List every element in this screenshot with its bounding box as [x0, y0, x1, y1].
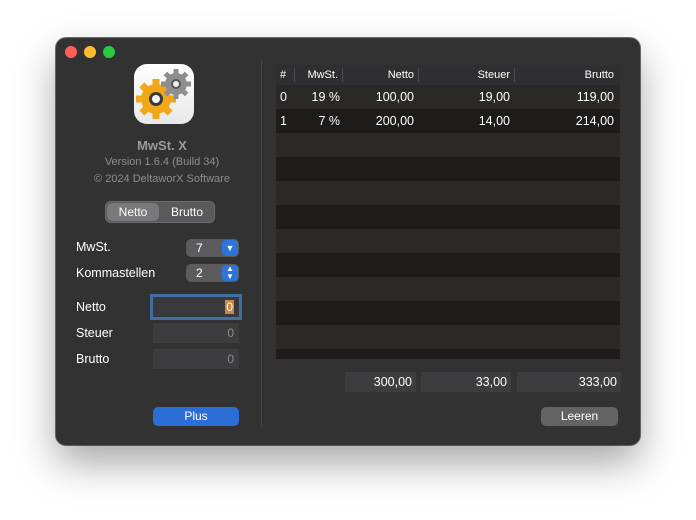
cell-steuer: 14,00 — [478, 114, 510, 128]
app-copyright: © 2024 DeltaworX Software — [94, 173, 230, 185]
table-row-empty — [276, 157, 620, 181]
kommastellen-value: 2 — [196, 266, 203, 280]
table-row-empty — [276, 133, 620, 157]
minimize-window-button[interactable] — [84, 46, 96, 58]
mode-netto-segment[interactable]: Netto — [107, 203, 159, 221]
app-version: Version 1.6.4 (Build 34) — [104, 156, 220, 168]
mode-brutto-segment[interactable]: Brutto — [161, 203, 213, 221]
steuer-input[interactable]: 0 — [153, 323, 239, 343]
zoom-window-button[interactable] — [103, 46, 115, 58]
table-row-empty — [276, 301, 620, 325]
header-mwst[interactable]: MwSt. — [296, 69, 338, 81]
table-header: # MwSt. Netto Steuer Brutto — [276, 65, 620, 85]
panel-divider — [261, 60, 262, 426]
header-brutto[interactable]: Brutto — [516, 69, 614, 81]
cell-brutto: 214,00 — [575, 114, 614, 128]
steuer-value: 0 — [227, 326, 234, 340]
netto-input[interactable]: 0 — [153, 297, 239, 317]
table-row-empty — [276, 253, 620, 277]
kommastellen-stepper[interactable]: 2 ▲ ▼ — [186, 264, 239, 282]
cell-mwst: 7 % — [318, 114, 340, 128]
cell-mwst: 19 % — [311, 90, 341, 104]
app-window: MwSt. X Version 1.6.4 (Build 34) © 2024 … — [56, 38, 640, 445]
header-netto[interactable]: Netto — [346, 69, 414, 81]
close-window-button[interactable] — [65, 46, 77, 58]
netto-label: Netto — [76, 300, 106, 314]
header-steuer[interactable]: Steuer — [420, 69, 510, 81]
total-brutto-field: 333,00 — [517, 372, 621, 392]
mwst-value: 7 — [196, 241, 203, 255]
table-row-empty — [276, 181, 620, 205]
table-row[interactable]: 1 7 % 200,00 14,00 214,00 — [276, 109, 620, 133]
column-separator — [418, 68, 419, 82]
table-row-empty — [276, 349, 620, 359]
netto-value: 0 — [225, 300, 234, 314]
app-name: MwSt. X — [137, 138, 187, 153]
table-row-empty — [276, 229, 620, 253]
cell-brutto: 119,00 — [576, 90, 614, 104]
gears-icon — [134, 64, 194, 124]
table-row-empty — [276, 205, 620, 229]
mwst-popup[interactable]: 7 ▼ — [186, 239, 239, 257]
column-separator — [514, 68, 515, 82]
cell-steuer: 19,00 — [478, 90, 510, 104]
table-row-empty — [276, 277, 620, 301]
mode-segmented-control: Netto Brutto — [105, 201, 215, 223]
up-down-chevron-icon: ▲ ▼ — [222, 265, 238, 281]
results-table[interactable]: 0 19 % 100,00 19,00 119,00 1 7 % 200,00 … — [276, 65, 620, 359]
mwst-label: MwSt. — [76, 240, 111, 254]
table-row[interactable]: 0 19 % 100,00 19,00 119,00 — [276, 85, 620, 109]
cell-index: 1 — [280, 114, 287, 128]
brutto-value: 0 — [227, 352, 234, 366]
total-steuer-field: 33,00 — [421, 372, 511, 392]
column-separator — [342, 68, 343, 82]
total-netto-field: 300,00 — [345, 372, 416, 392]
brutto-input[interactable]: 0 — [153, 349, 239, 369]
kommastellen-label: Kommastellen — [76, 266, 156, 280]
plus-button[interactable]: Plus — [153, 407, 239, 426]
total-steuer: 33,00 — [475, 375, 507, 389]
table-row-empty — [276, 325, 620, 349]
leeren-button[interactable]: Leeren — [541, 407, 618, 426]
total-netto: 300,00 — [373, 375, 412, 389]
brutto-label: Brutto — [76, 352, 110, 366]
steuer-label: Steuer — [76, 326, 113, 340]
cell-index: 0 — [280, 90, 287, 104]
cell-netto: 200,00 — [375, 114, 414, 128]
cell-netto: 100,00 — [375, 90, 414, 104]
header-index[interactable]: # — [280, 69, 286, 81]
chevron-down-icon: ▼ — [222, 240, 238, 256]
column-separator — [294, 68, 295, 82]
total-brutto: 333,00 — [578, 375, 617, 389]
